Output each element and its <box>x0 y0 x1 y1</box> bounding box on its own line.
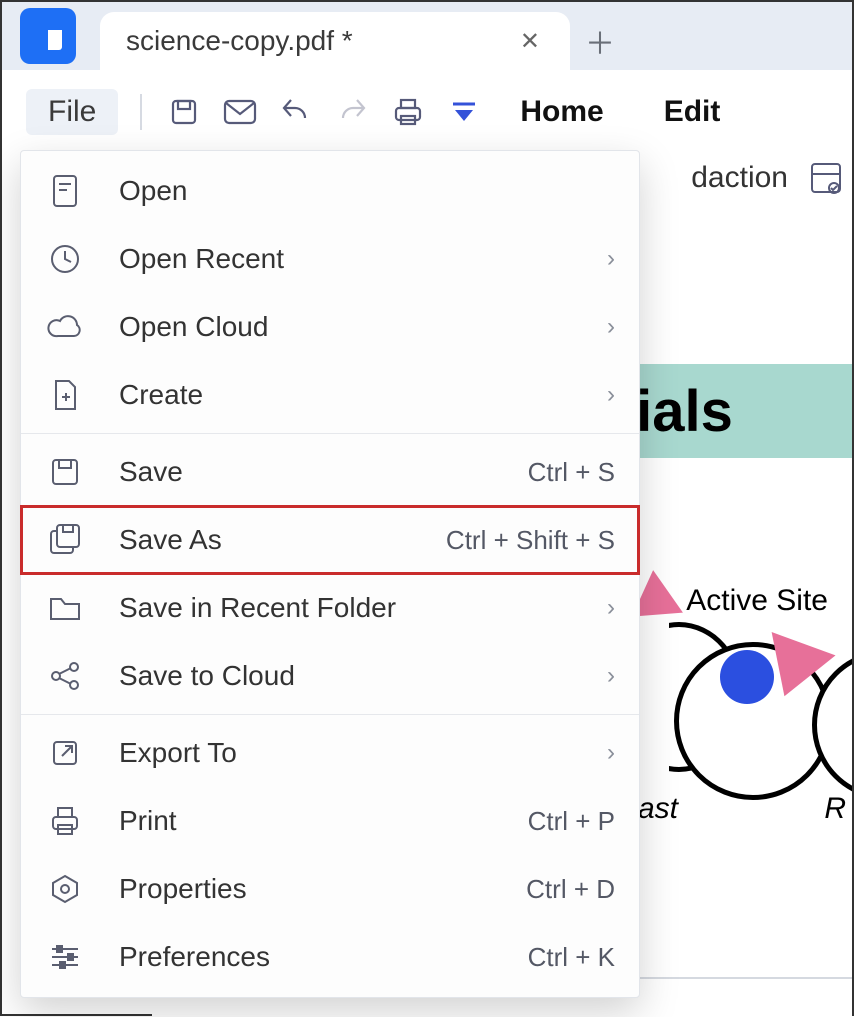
menu-save-recent-folder[interactable]: Save in Recent Folder › <box>21 574 639 642</box>
customize-toolbar-button[interactable] <box>436 88 492 136</box>
redo-button[interactable] <box>324 88 380 136</box>
redaction-label-partial[interactable]: daction <box>691 161 788 195</box>
print-button[interactable] <box>380 88 436 136</box>
undo-button[interactable] <box>268 88 324 136</box>
menu-properties[interactable]: Properties Ctrl + D <box>21 855 639 923</box>
chevron-right-icon: › <box>607 594 615 622</box>
toolbar-separator <box>140 94 142 130</box>
new-tab-button[interactable]: ＋ <box>570 12 630 70</box>
menu-export-to[interactable]: Export To › <box>21 719 639 787</box>
file-menu-dropdown: Open Open Recent › Open Cloud › Create ›… <box>20 150 640 998</box>
menu-create[interactable]: Create › <box>21 361 639 429</box>
menu-open[interactable]: Open <box>21 157 639 225</box>
menu-preferences-label: Preferences <box>119 941 528 973</box>
save-icon <box>169 97 199 127</box>
menu-preferences[interactable]: Preferences Ctrl + K <box>21 923 639 991</box>
chevron-right-icon: › <box>607 245 615 273</box>
menu-export-to-label: Export To <box>119 737 599 769</box>
export-icon <box>39 738 91 768</box>
menu-save[interactable]: Save Ctrl + S <box>21 438 639 506</box>
ribbon-partial: daction <box>691 160 852 196</box>
menu-open-recent[interactable]: Open Recent › <box>21 225 639 293</box>
menu-save-as-label: Save As <box>119 524 446 556</box>
quick-toolbar: File Home Edit <box>2 70 852 154</box>
undo-icon <box>279 98 313 126</box>
mail-icon <box>223 99 257 125</box>
properties-icon <box>39 873 91 905</box>
new-file-icon <box>39 378 91 412</box>
menu-save-shortcut: Ctrl + S <box>528 457 615 488</box>
menu-preferences-shortcut: Ctrl + K <box>528 942 615 973</box>
menu-properties-shortcut: Ctrl + D <box>526 874 615 905</box>
nav-home[interactable]: Home <box>520 95 603 129</box>
menu-print-label: Print <box>119 805 528 837</box>
document-icon <box>39 174 91 208</box>
menu-print[interactable]: Print Ctrl + P <box>21 787 639 855</box>
tab-title: science-copy.pdf * <box>126 25 353 57</box>
menu-separator <box>21 433 639 434</box>
save-as-icon <box>39 523 91 557</box>
menu-save-as-shortcut: Ctrl + Shift + S <box>446 525 615 556</box>
redo-icon <box>335 98 369 126</box>
chevron-right-icon: › <box>607 662 615 690</box>
nav-edit[interactable]: Edit <box>664 95 721 129</box>
close-tab-icon[interactable]: ✕ <box>512 23 548 60</box>
active-site-label: Active Site <box>686 584 828 618</box>
menu-open-label: Open <box>119 175 615 207</box>
document-tab[interactable]: science-copy.pdf * ✕ <box>100 12 570 70</box>
menu-print-shortcut: Ctrl + P <box>528 806 615 837</box>
menu-open-recent-label: Open Recent <box>119 243 599 275</box>
clock-icon <box>39 243 91 275</box>
menu-open-cloud[interactable]: Open Cloud › <box>21 293 639 361</box>
ast-label: ast <box>638 792 678 826</box>
menu-properties-label: Properties <box>119 873 526 905</box>
cloud-icon <box>39 314 91 340</box>
chevron-right-icon: › <box>607 739 615 767</box>
chevron-right-icon: › <box>607 313 615 341</box>
title-bar: science-copy.pdf * ✕ ＋ <box>2 2 852 70</box>
mail-button[interactable] <box>212 88 268 136</box>
share-icon <box>39 661 91 691</box>
menu-create-label: Create <box>119 379 599 411</box>
menu-separator <box>21 714 639 715</box>
menu-save-label: Save <box>119 456 528 488</box>
menu-open-cloud-label: Open Cloud <box>119 311 599 343</box>
print-icon <box>39 805 91 837</box>
menu-save-to-cloud-label: Save to Cloud <box>119 660 599 692</box>
save-button[interactable] <box>156 88 212 136</box>
plus-icon: ＋ <box>585 19 615 63</box>
chevron-down-icon <box>451 100 477 124</box>
folder-icon <box>39 594 91 622</box>
save-icon <box>39 457 91 487</box>
chevron-right-icon: › <box>607 381 615 409</box>
menu-save-to-cloud[interactable]: Save to Cloud › <box>21 642 639 710</box>
sliders-icon <box>39 943 91 971</box>
print-icon <box>392 97 424 127</box>
layout-icon[interactable] <box>808 160 844 196</box>
r-label: R <box>824 792 846 826</box>
menu-save-as[interactable]: Save As Ctrl + Shift + S <box>21 506 639 574</box>
file-menu-button[interactable]: File <box>26 89 118 135</box>
menu-save-recent-folder-label: Save in Recent Folder <box>119 592 599 624</box>
app-logo-icon[interactable] <box>20 8 76 64</box>
